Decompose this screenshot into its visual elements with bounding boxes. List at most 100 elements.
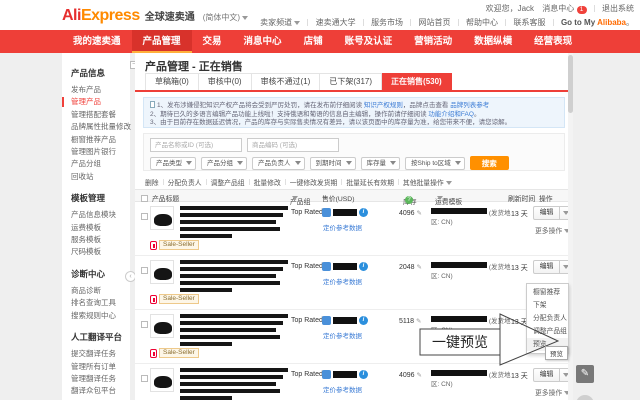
tab-drafts[interactable]: 草稿箱(0) [145,73,199,90]
product-thumbnail[interactable] [150,206,174,230]
info-icon[interactable]: i [359,316,368,325]
bulk-edit[interactable]: 批量修改 [254,177,281,187]
product-thumbnail[interactable] [150,314,174,338]
sidebar-item-product-groups[interactable]: 产品分组 [71,158,130,170]
sidebar-item-crowd-translation[interactable]: 翻译众包平台 [71,385,130,397]
row-checkbox[interactable] [141,321,148,329]
product-title-redacted[interactable] [180,206,290,241]
product-owner-dropdown[interactable]: 产品负责人 [252,156,305,170]
quicklink-site-home[interactable]: 网站首页 [419,18,451,27]
pricing-reference-link[interactable]: 定价参考数据 [323,384,362,394]
edit-split-button[interactable]: 编辑 [533,206,571,220]
search-button[interactable]: 搜索 [469,156,509,170]
user-name-link[interactable]: Jack [518,4,534,13]
scrollbar-thumb[interactable] [568,55,573,113]
select-all-checkbox[interactable] [141,195,148,202]
sidebar-item-manage-orders[interactable]: 管理所有订单 [71,361,130,373]
sidebar-item-ranking-tool[interactable]: 排名查询工具 [71,297,130,309]
pricing-reference-link[interactable]: 定价参考数据 [323,330,362,340]
feedback-pencil-button[interactable]: ✎ [576,365,594,383]
sidebar-item-manage-products[interactable]: 管理产品 [62,96,130,108]
row-checkbox[interactable] [141,213,148,221]
info-icon[interactable]: i [359,262,368,271]
tab-selling[interactable]: 正在销售(530) [382,73,452,90]
sidebar-item-search-rules[interactable]: 搜索规则中心 [71,310,130,322]
nav-marketing[interactable]: 营销活动 [403,30,463,53]
logout-link[interactable]: 退出系统 [602,4,634,13]
tab-offline[interactable]: 已下架(317) [320,73,383,90]
nav-business-performance[interactable]: 经营表现 [523,30,583,53]
sidebar-item-manage-bundles[interactable]: 管理搭配套餐 [71,109,130,121]
nav-message-center[interactable]: 消息中心 [233,30,293,53]
aliexpress-logo[interactable]: Ali Express 全球速卖通 (简体中文) [62,7,249,25]
quicklink-service-market[interactable]: 服务市场 [371,18,403,27]
sidebar-item-product-diagnosis[interactable]: 商品诊断 [71,285,130,297]
menu-item-showcase[interactable]: 橱窗推荐 [527,286,568,299]
product-title-redacted[interactable] [180,368,290,400]
edit-pencil-icon[interactable]: ✎ [417,264,422,271]
sidebar-item-publish-product[interactable]: 发布产品 [71,84,130,96]
ip-rules-link[interactable]: 知识产权规则 [364,102,403,109]
product-title-redacted[interactable] [180,260,290,295]
sidebar-item-manage-translation[interactable]: 管理翻译任务 [71,373,130,385]
product-thumbnail[interactable] [150,368,174,392]
message-center-link[interactable]: 消息中心 [542,4,574,13]
tab-in-review[interactable]: 审核中(0) [198,73,252,90]
tab-rejected[interactable]: 审核不通过(1) [251,73,321,90]
bulk-assign-owner[interactable]: 分配负责人 [168,177,202,187]
quicklink-help-center[interactable]: 帮助中心 [466,18,498,27]
sidebar-item-service-template[interactable]: 服务模板 [71,234,130,246]
info-icon[interactable]: i [359,208,368,217]
edit-pencil-icon[interactable]: ✎ [417,372,422,379]
product-name-or-id-input[interactable] [150,138,242,152]
sidebar-item-brand-attr-bulk-edit[interactable]: 品牌属性批量修改 [71,121,131,133]
dropdown-label: 到期时间 [315,159,342,167]
goto-my-alibaba-link[interactable]: Go to My Alibaba。 [561,18,634,27]
more-actions-link[interactable]: 更多操作 [535,225,571,235]
sidebar-item-submit-translation[interactable]: 提交翻译任务 [71,348,130,360]
message-count-badge[interactable]: 1 [576,6,587,14]
sidebar-item-recycle-bin[interactable]: 回收站 [71,171,130,183]
nav-data-analytics[interactable]: 数据纵横 [463,30,523,53]
product-type-dropdown[interactable]: 产品类型 [150,156,196,170]
bulk-adjust-group[interactable]: 调整产品组 [211,177,245,187]
row-checkbox[interactable] [141,267,148,275]
nav-product-management[interactable]: 产品管理 [131,30,192,53]
quicklink-university[interactable]: 速卖通大学 [316,18,356,27]
stock-dropdown[interactable]: 库存量 [360,156,400,170]
nav-store[interactable]: 店铺 [293,30,334,53]
sidebar-item-showcase-products[interactable]: 橱窗推荐产品 [71,134,130,146]
sidebar-item-shipping-template[interactable]: 运费模板 [71,222,130,234]
product-title-redacted[interactable] [180,314,290,349]
sidebar-item-product-info-module[interactable]: 产品信息模块 [71,209,130,221]
ship-to-region-dropdown[interactable]: 按Ship to区域 [405,156,465,170]
table-header: 产品标题 产品组 售价(USD) 库存? 运费模板 刷新时间 操作 [135,189,573,206]
close-button[interactable]: ✕ [576,395,594,400]
brand-list-link[interactable]: 品牌列表参考 [450,102,489,109]
bulk-extend-validity[interactable]: 批量延长有效期 [346,177,394,187]
pricing-reference-link[interactable]: 定价参考数据 [323,222,362,232]
language-selector[interactable]: (简体中文) [203,12,249,23]
bulk-edit-shipping-time[interactable]: 一键修改发货期 [290,177,338,187]
nav-transactions[interactable]: 交易 [192,30,233,53]
faq-link[interactable]: 功能介绍和FAQ [428,111,474,118]
row-checkbox[interactable] [141,375,148,383]
quicklink-seller-channel[interactable]: 卖家频道 [260,18,301,27]
pricing-reference-link[interactable]: 定价参考数据 [323,276,362,286]
product-thumbnail[interactable] [150,260,174,284]
bulk-other-actions[interactable]: 其他批量操作 [403,177,452,187]
sidebar-item-size-template[interactable]: 尺码模板 [71,246,130,258]
expiry-time-dropdown[interactable]: 到期时间 [309,156,356,170]
sidebar-item-image-bank[interactable]: 管理图片银行 [71,146,130,158]
product-code-input[interactable] [247,138,339,152]
info-icon[interactable]: i [359,370,368,379]
product-group-dropdown[interactable]: 产品分组 [201,156,247,170]
more-actions-link[interactable]: 更多操作 [535,387,571,397]
bulk-delete[interactable]: 删除 [145,177,159,187]
goto-suffix: 。 [626,18,634,27]
edit-pencil-icon[interactable]: ✎ [417,210,422,217]
nav-account-certification[interactable]: 账号及认证 [334,30,404,53]
quicklink-contact-support[interactable]: 联系客服 [513,18,545,27]
nav-my-aliexpress[interactable]: 我的速卖通 [62,30,132,53]
edit-split-button[interactable]: 编辑 [533,260,571,274]
